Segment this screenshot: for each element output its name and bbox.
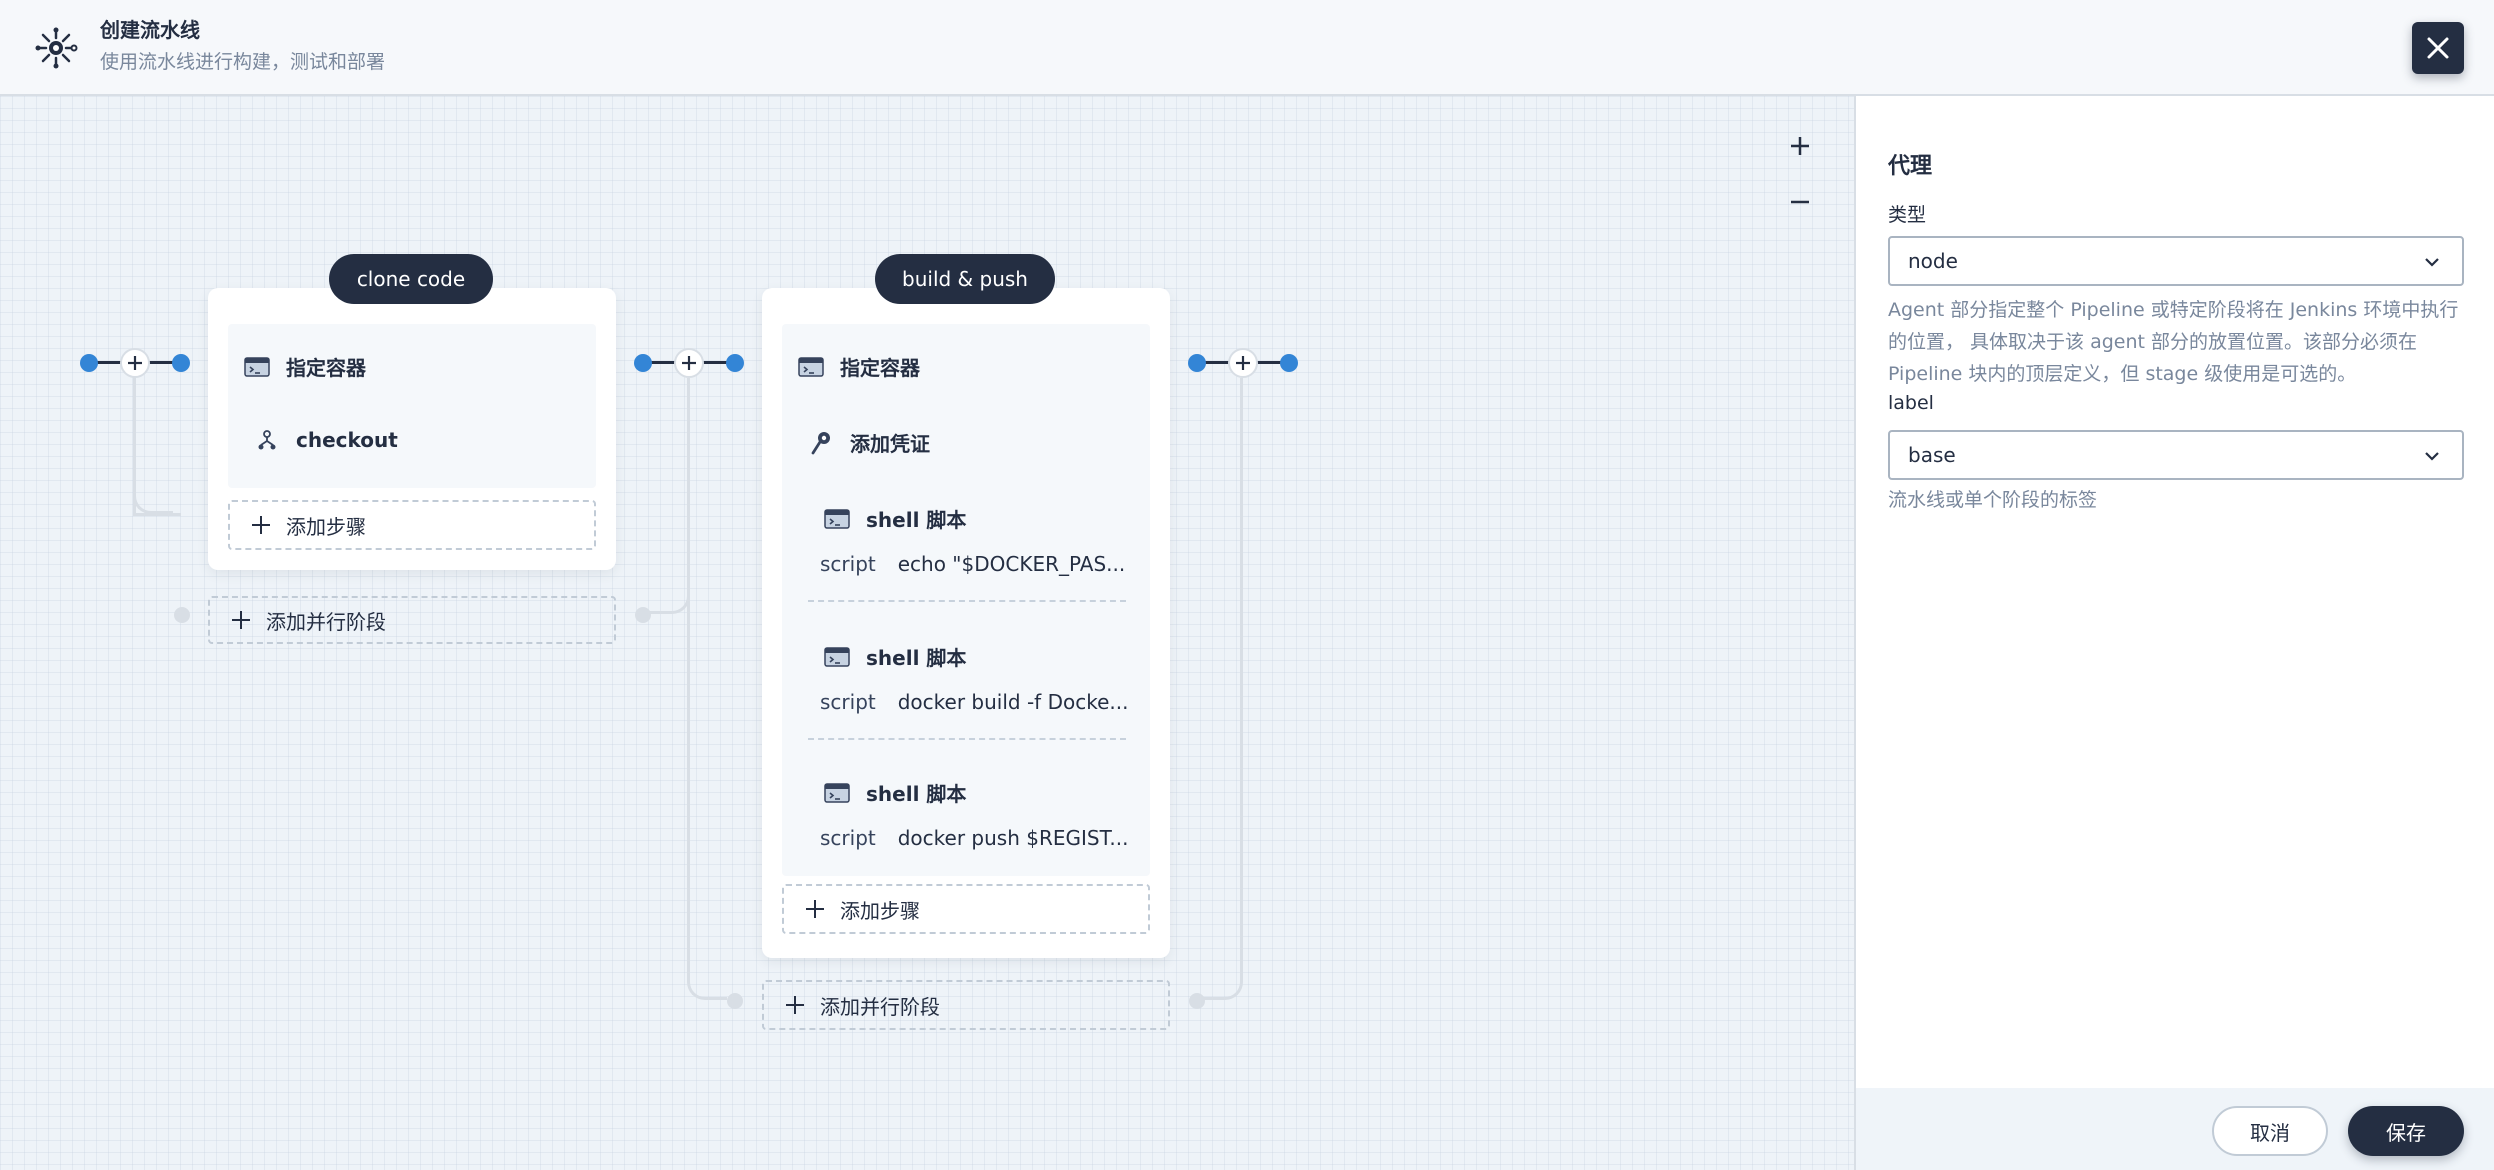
add-parallel-label: 添加并行阶段 bbox=[820, 994, 940, 1019]
save-button[interactable]: 保存 bbox=[2348, 1106, 2464, 1156]
plus-icon bbox=[250, 514, 272, 536]
type-select-value: node bbox=[1908, 249, 1958, 273]
container-icon bbox=[798, 356, 824, 378]
add-stage-button[interactable] bbox=[120, 348, 150, 378]
key-icon bbox=[808, 431, 834, 454]
connector-node bbox=[1189, 993, 1205, 1009]
type-select[interactable]: node bbox=[1888, 236, 2464, 286]
chevron-down-icon bbox=[2425, 258, 2439, 267]
add-parallel-label: 添加并行阶段 bbox=[266, 609, 386, 634]
plus-icon bbox=[230, 609, 252, 631]
add-step-label: 添加步骤 bbox=[840, 898, 920, 923]
pipeline-icon bbox=[34, 26, 78, 70]
connector-node bbox=[172, 354, 190, 372]
connector-curve bbox=[1203, 378, 1243, 1000]
plus-icon bbox=[682, 356, 696, 370]
plus-icon bbox=[804, 898, 826, 920]
connector-curve bbox=[133, 492, 173, 514]
script-preview: script echo "$DOCKER_PAS... bbox=[820, 552, 1126, 576]
panel-title: 代理 bbox=[1888, 154, 1933, 179]
add-step-button[interactable]: 添加步骤 bbox=[782, 884, 1150, 934]
connector-curve bbox=[687, 378, 727, 1000]
step-label: 指定容器 bbox=[840, 356, 920, 380]
connector-node bbox=[634, 354, 652, 372]
add-step-label: 添加步骤 bbox=[286, 514, 366, 539]
git-branch-icon bbox=[254, 429, 280, 451]
add-stage-button[interactable] bbox=[1228, 348, 1258, 378]
label-label: label bbox=[1888, 392, 1934, 414]
connector-node bbox=[80, 354, 98, 372]
step-item[interactable]: 指定容器 bbox=[244, 352, 366, 381]
close-icon bbox=[2427, 37, 2449, 59]
connector-node bbox=[1280, 354, 1298, 372]
plus-icon bbox=[1236, 356, 1250, 370]
connector-curve bbox=[650, 378, 690, 614]
plus-icon bbox=[784, 994, 806, 1016]
connector-node bbox=[726, 354, 744, 372]
add-stage-button[interactable] bbox=[674, 348, 704, 378]
container-icon bbox=[244, 356, 270, 378]
page-subtitle: 使用流水线进行构建，测试和部署 bbox=[100, 51, 386, 73]
step-item[interactable]: shell 脚本 bbox=[824, 504, 966, 533]
connector-node bbox=[635, 607, 651, 623]
add-step-button[interactable]: 添加步骤 bbox=[228, 500, 596, 550]
step-divider bbox=[808, 738, 1126, 740]
agent-settings-panel: 代理 类型 node Agent 部分指定整个 Pipeline 或特定阶段将在… bbox=[1854, 96, 2494, 1170]
stage-title-clone-code[interactable]: clone code bbox=[329, 254, 493, 304]
script-preview: script docker build -f Docke... bbox=[820, 690, 1129, 714]
step-item[interactable]: 指定容器 bbox=[798, 352, 920, 381]
stage-card-clone-code[interactable]: 指定容器 checkout 添加步骤 bbox=[208, 288, 616, 570]
header: 创建流水线 使用流水线进行构建，测试和部署 bbox=[0, 0, 2494, 96]
chevron-down-icon bbox=[2425, 452, 2439, 461]
type-label: 类型 bbox=[1888, 204, 1927, 226]
add-parallel-stage-button[interactable]: 添加并行阶段 bbox=[762, 980, 1170, 1030]
step-list: 指定容器 添加凭证 shell 脚本 script echo "$DOCKER_P… bbox=[782, 324, 1150, 876]
plus-icon bbox=[1791, 137, 1809, 155]
step-label: shell 脚本 bbox=[866, 646, 967, 670]
step-item[interactable]: shell 脚本 bbox=[824, 642, 966, 671]
pipeline-canvas[interactable]: 指定容器 checkout 添加步骤 clone code 添加并行阶段 指定容… bbox=[0, 96, 1854, 1170]
zoom-out-button[interactable] bbox=[1782, 184, 1818, 220]
stage-card-build-push[interactable]: 指定容器 添加凭证 shell 脚本 script echo "$DOCKER_P… bbox=[762, 288, 1170, 958]
step-label: 指定容器 bbox=[286, 356, 366, 380]
close-button[interactable] bbox=[2412, 22, 2464, 74]
terminal-icon bbox=[824, 782, 850, 804]
step-list: 指定容器 checkout bbox=[228, 324, 596, 488]
terminal-icon bbox=[824, 646, 850, 668]
script-preview: script docker push $REGIST... bbox=[820, 826, 1129, 850]
stage-title-build-push[interactable]: build & push bbox=[875, 254, 1055, 304]
label-select-value: base bbox=[1908, 443, 1956, 467]
plus-icon bbox=[128, 356, 142, 370]
step-label: shell 脚本 bbox=[866, 782, 967, 806]
terminal-icon bbox=[824, 508, 850, 530]
page-title: 创建流水线 bbox=[100, 18, 200, 42]
step-label: checkout bbox=[296, 428, 398, 452]
connector-node bbox=[1188, 354, 1206, 372]
minus-icon bbox=[1791, 200, 1809, 204]
connector-node bbox=[174, 607, 190, 623]
step-divider bbox=[808, 600, 1126, 602]
cancel-button[interactable]: 取消 bbox=[2212, 1106, 2328, 1156]
label-select[interactable]: base bbox=[1888, 430, 2464, 480]
label-description: 流水线或单个阶段的标签 bbox=[1888, 489, 2098, 511]
add-parallel-stage-button[interactable]: 添加并行阶段 bbox=[208, 596, 616, 644]
zoom-in-button[interactable] bbox=[1782, 128, 1818, 164]
step-item[interactable]: 添加凭证 bbox=[808, 428, 930, 457]
panel-footer: 取消 保存 bbox=[1856, 1088, 2494, 1170]
step-item[interactable]: shell 脚本 bbox=[824, 778, 966, 807]
type-description: Agent 部分指定整个 Pipeline 或特定阶段将在 Jenkins 环境… bbox=[1888, 299, 2459, 385]
step-label: 添加凭证 bbox=[850, 432, 930, 456]
step-label: shell 脚本 bbox=[866, 508, 967, 532]
connector-node bbox=[727, 993, 743, 1009]
step-item[interactable]: checkout bbox=[254, 428, 398, 452]
